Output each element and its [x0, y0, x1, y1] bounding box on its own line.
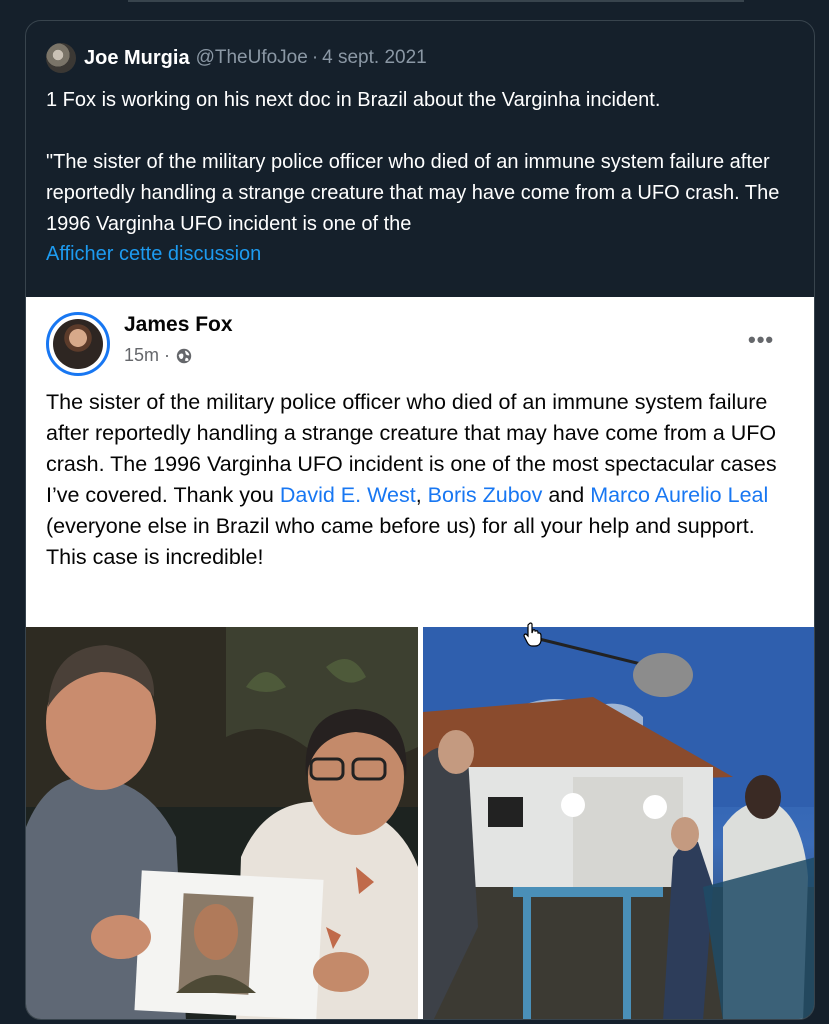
fb-avatar-ring	[46, 312, 110, 376]
author-handle[interactable]: @TheUfoJoe	[196, 47, 308, 69]
photo-illustration	[423, 627, 814, 1019]
globe-icon	[176, 348, 192, 363]
tweet-line: 1 Fox is working on his next doc in Braz…	[46, 89, 661, 111]
fb-text-part: (everyone else in Brazil who came before…	[46, 514, 755, 569]
fb-author-name: James Fox	[124, 313, 233, 336]
mention-link: Boris Zubov	[427, 483, 543, 507]
separator: ·	[311, 47, 319, 68]
author-name[interactable]: Joe Murgia	[84, 47, 190, 70]
mention-link: Marco Aurelio Leal	[590, 483, 769, 507]
photo-interview-portrait[interactable]	[26, 627, 418, 1019]
more-icon: •••	[748, 327, 775, 352]
photo-grid[interactable]	[26, 627, 814, 1019]
separator: ·	[164, 345, 171, 365]
facebook-post-screenshot: James Fox 15m · ••• The sister of the mi…	[26, 297, 814, 627]
divider	[128, 0, 744, 2]
fb-post-meta: 15m ·	[124, 345, 193, 366]
fb-post-time: 15m	[124, 345, 160, 365]
quote-tweet-card[interactable]: Joe Murgia @TheUfoJoe · 4 sept. 2021 1 F…	[25, 20, 815, 1020]
avatar	[53, 319, 103, 369]
hand-cursor-icon	[523, 622, 542, 647]
tweet-line: "The sister of the military police offic…	[46, 151, 780, 235]
quote-header: Joe Murgia @TheUfoJoe · 4 sept. 2021	[46, 43, 427, 73]
tweet-date[interactable]: 4 sept. 2021	[322, 47, 427, 69]
photo-illustration	[26, 627, 418, 1019]
fb-text-part: and	[542, 483, 591, 507]
tweet-text: 1 Fox is working on his next doc in Braz…	[46, 85, 806, 240]
fb-post-text: The sister of the military police office…	[46, 387, 798, 573]
mention-link: David E. West	[279, 483, 416, 507]
fb-text-part: ,	[415, 483, 428, 507]
avatar[interactable]	[46, 43, 76, 73]
photo-interview-set[interactable]	[423, 627, 814, 1019]
show-thread-link[interactable]: Afficher cette discussion	[46, 243, 261, 266]
